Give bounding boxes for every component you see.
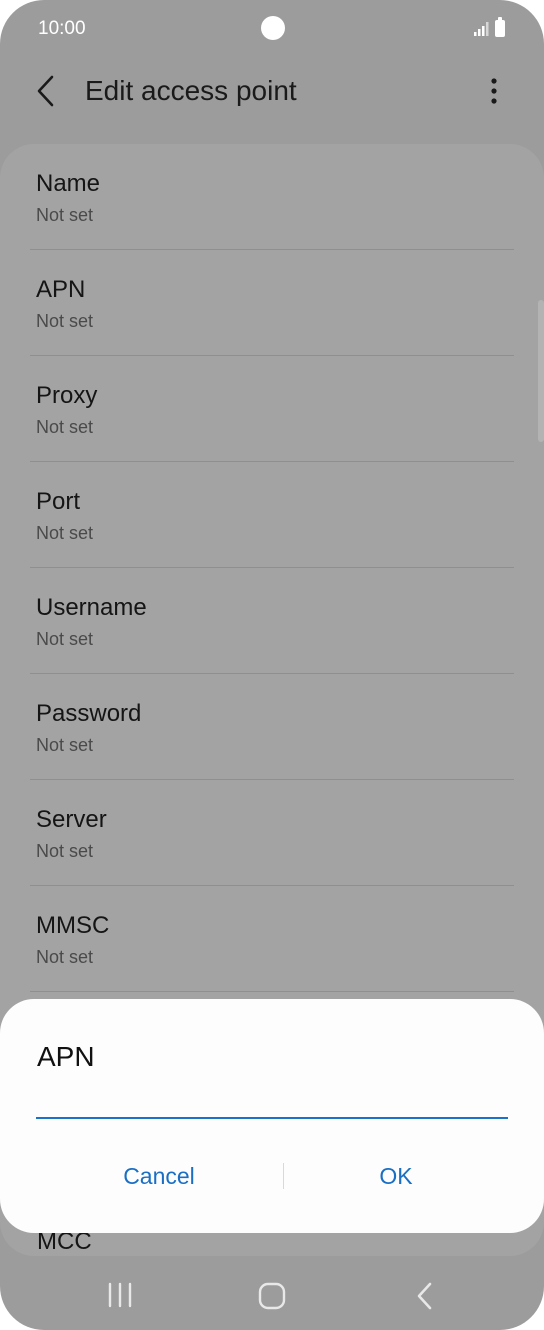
camera-cutout	[261, 16, 285, 40]
setting-value: Not set	[36, 523, 94, 543]
setting-value: Not set	[36, 205, 94, 225]
setting-value: Not set	[36, 841, 94, 861]
setting-title: Proxy	[36, 382, 98, 409]
setting-server[interactable]: Server Not set	[30, 780, 514, 886]
ok-button[interactable]: OK	[276, 1149, 516, 1203]
setting-value: Not set	[36, 417, 94, 437]
setting-title: Server	[36, 806, 107, 833]
page-title: Edit access point	[85, 75, 297, 106]
setting-port[interactable]: Port Not set	[30, 462, 514, 568]
setting-title: MMSC	[36, 912, 110, 939]
setting-title: APN	[36, 276, 86, 303]
status-bar: 10:00	[0, 0, 544, 60]
signal-icon	[474, 22, 489, 36]
cancel-button[interactable]: Cancel	[39, 1149, 279, 1203]
setting-mmsc[interactable]: MMSC Not set	[30, 886, 514, 992]
status-time: 10:00	[38, 18, 86, 39]
setting-proxy[interactable]: Proxy Not set	[30, 356, 514, 462]
setting-value: Not set	[36, 311, 94, 331]
setting-title: Username	[36, 594, 147, 621]
recent-apps-icon[interactable]	[105, 1282, 135, 1308]
battery-icon	[495, 17, 505, 37]
phone-screen: 10:00 Edit access point Name Not set APN…	[0, 0, 544, 1330]
setting-value: Not set	[36, 629, 94, 649]
setting-name[interactable]: Name Not set	[30, 144, 514, 250]
nav-back-icon[interactable]	[414, 1280, 436, 1312]
setting-password[interactable]: Password Not set	[30, 674, 514, 780]
setting-title: Name	[36, 170, 101, 197]
setting-title: Password	[36, 700, 142, 727]
setting-title: Port	[36, 488, 81, 515]
navigation-bar	[0, 1262, 544, 1330]
setting-value: Not set	[36, 947, 94, 967]
more-vertical-icon[interactable]	[484, 76, 504, 106]
back-arrow-icon[interactable]	[34, 74, 58, 108]
setting-username[interactable]: Username Not set	[30, 568, 514, 674]
dialog-title: APN	[37, 1041, 95, 1072]
apn-dialog: APN Cancel OK	[0, 999, 544, 1233]
scrollbar[interactable]	[538, 300, 544, 442]
setting-apn[interactable]: APN Not set	[30, 250, 514, 356]
setting-value: Not set	[36, 735, 94, 755]
app-bar: Edit access point	[0, 60, 544, 122]
home-icon[interactable]	[258, 1282, 286, 1310]
apn-input[interactable]	[36, 1081, 508, 1119]
